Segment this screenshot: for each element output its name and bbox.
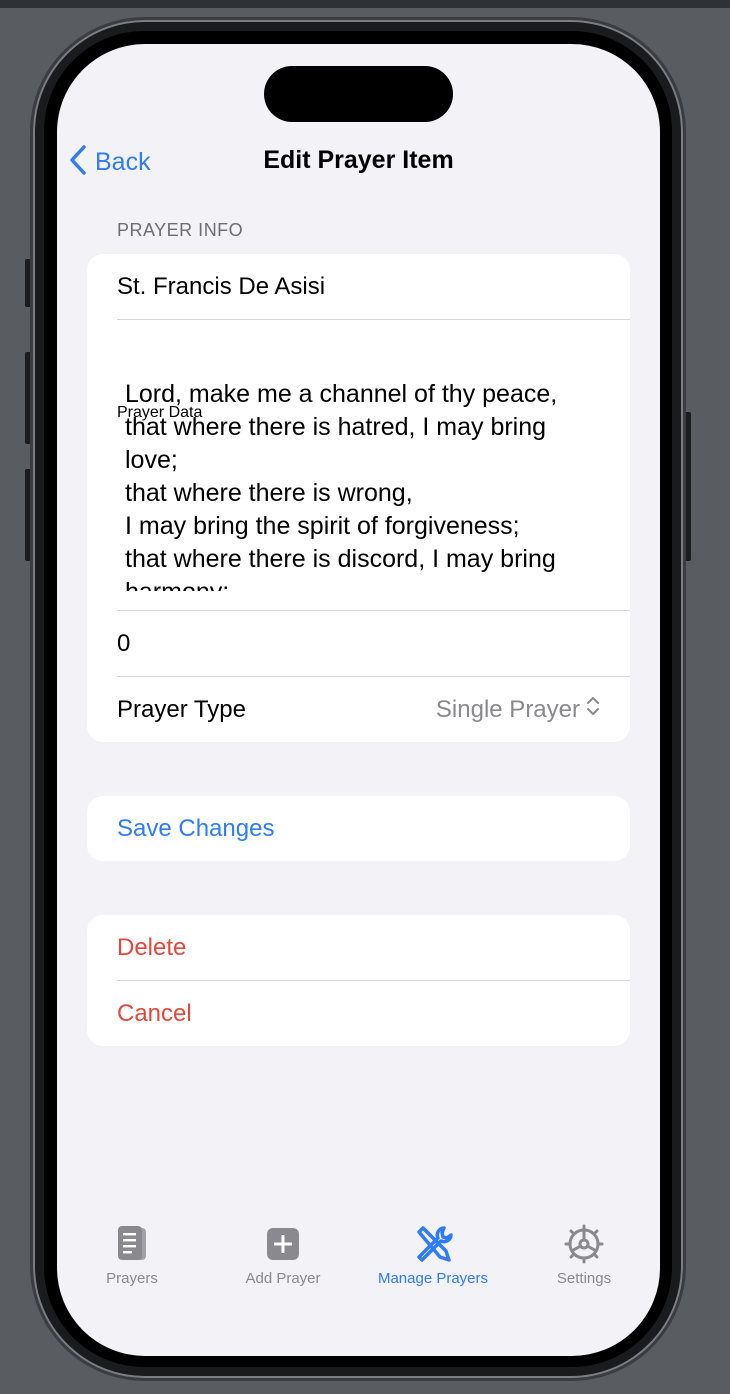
tab-prayers-label: Prayers [106, 1270, 158, 1287]
side-button-volume-down [25, 469, 33, 561]
side-button-power [683, 412, 691, 561]
save-card: Save Changes [87, 796, 630, 861]
tab-add-prayer-label: Add Prayer [245, 1270, 321, 1287]
tab-add-prayer[interactable]: Add Prayer [208, 1224, 358, 1287]
page-title: Edit Prayer Item [263, 146, 454, 174]
tab-prayers[interactable]: Prayers [57, 1224, 207, 1287]
delete-button[interactable]: Delete [87, 915, 630, 980]
prayer-type-row[interactable]: Prayer Type Single Prayer [87, 677, 630, 742]
prayer-type-value: Single Prayer [435, 695, 580, 723]
document-icon [57, 1224, 207, 1264]
delete-label: Delete [117, 933, 187, 961]
cancel-label: Cancel [117, 999, 192, 1027]
side-button-volume-up [25, 352, 33, 444]
tab-manage-prayers-label: Manage Prayers [377, 1270, 489, 1287]
save-changes-button[interactable]: Save Changes [87, 796, 630, 861]
section-header: PRAYER INFO [117, 220, 244, 240]
cancel-button[interactable]: Cancel [87, 981, 630, 1046]
tab-settings-label: Settings [556, 1270, 612, 1287]
top-bar [0, 0, 730, 8]
plus-square-icon [208, 1224, 358, 1264]
wrench-screwdriver-icon [358, 1224, 508, 1264]
screen: Back Edit Prayer Item PRAYER INFO St. Fr… [57, 44, 660, 1356]
tab-manage-prayers[interactable]: Manage Prayers [358, 1224, 508, 1287]
prayer-info-card: St. Francis De Asisi Prayer Data Lord, m… [87, 254, 630, 742]
prayer-name-field[interactable]: St. Francis De Asisi [87, 254, 630, 319]
dynamic-island [264, 66, 453, 122]
prayer-data-field[interactable]: Prayer Data Lord, make me a channel of t… [87, 320, 630, 610]
prayer-name-value: St. Francis De Asisi [117, 272, 326, 300]
save-changes-label: Save Changes [117, 814, 275, 842]
prayer-type-picker[interactable]: Single Prayer [436, 695, 600, 724]
tab-settings[interactable]: Settings [509, 1224, 659, 1287]
prayer-data-text[interactable]: Lord, make me a channel of thy peace, th… [125, 378, 595, 591]
destructive-actions-card: Delete Cancel [87, 915, 630, 1046]
count-field[interactable]: 0 [87, 611, 630, 676]
side-button-mute [25, 259, 33, 307]
count-value: 0 [117, 629, 131, 657]
chevron-up-down-icon [586, 695, 600, 724]
prayer-type-label: Prayer Type [117, 695, 246, 723]
tab-bar: Prayers Add Prayer Manage Prayers Settin… [57, 1224, 660, 1304]
gear-icon [509, 1224, 659, 1264]
